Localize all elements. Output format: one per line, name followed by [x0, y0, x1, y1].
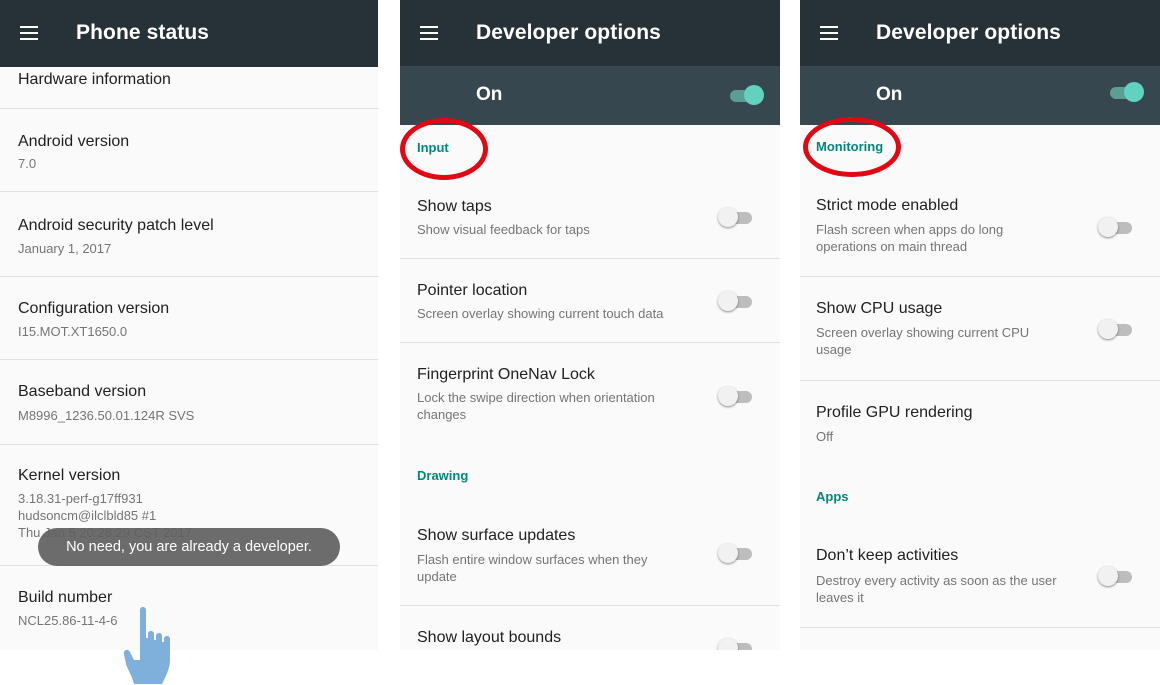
toggle-switch[interactable] [718, 205, 756, 229]
item-subtitle-line: hudsoncm@ilclbld85 #1 [18, 508, 157, 523]
item-title: Profile GPU rendering [816, 404, 973, 421]
item-title: Android security patch level [18, 217, 214, 234]
item-title: Fingerprint OneNav Lock [417, 366, 595, 383]
item-title: Kernel version [18, 467, 121, 484]
item-subtitle-line: operations on main thread [816, 239, 968, 254]
item-title: Baseband version [18, 383, 147, 400]
setting-strict-mode-enabled[interactable]: Strict mode enabled Flash screen when ap… [800, 174, 1160, 276]
item-title: Hardware information [18, 71, 171, 88]
toggle-switch[interactable] [718, 384, 756, 408]
toggle-switch[interactable] [718, 636, 756, 650]
item-subtitle: NCL25.86-11-4-6 [18, 613, 118, 628]
toast-message: No need, you are already a developer. [38, 528, 340, 566]
master-switch-toggle[interactable] [726, 83, 764, 107]
menu-icon[interactable] [820, 26, 838, 40]
developer-options-screen-monitoring: Developer options On Monitoring Strict m… [800, 0, 1160, 650]
phone-status-screen: Phone status Hardware information Androi… [0, 0, 378, 650]
page-title: Phone status [76, 21, 210, 44]
page-title: Developer options [876, 21, 1061, 44]
toggle-switch[interactable] [1098, 564, 1136, 588]
setting-profile-gpu-rendering[interactable]: Profile GPU rendering Off [800, 381, 1160, 463]
list-item-android-version[interactable]: Android version 7.0 [0, 109, 378, 191]
toggle-switch[interactable] [718, 289, 756, 313]
highlight-circle [400, 118, 488, 180]
divider [800, 627, 1160, 628]
item-title: Android version [18, 133, 130, 150]
list-item-hardware-information[interactable]: Hardware information [0, 67, 378, 109]
item-title: Show taps [417, 198, 492, 215]
list-item-build-number[interactable]: Build number NCL25.86-11-4-6 [0, 566, 378, 650]
setting-pointer-location[interactable]: Pointer location Screen overlay showing … [400, 259, 780, 342]
toolbar: Developer options [800, 0, 1160, 66]
menu-icon[interactable] [420, 26, 438, 40]
item-subtitle-line: Lock the swipe direction when orientatio… [417, 390, 655, 405]
item-title: Show surface updates [417, 527, 576, 544]
toggle-switch[interactable] [1098, 215, 1136, 239]
master-switch-bar[interactable]: On [400, 66, 780, 125]
item-subtitle: I15.MOT.XT1650.0 [18, 324, 128, 339]
setting-show-surface-updates[interactable]: Show surface updates Flash entire window… [400, 505, 780, 605]
master-switch-label: On [476, 84, 503, 105]
toggle-switch[interactable] [718, 541, 756, 565]
item-subtitle-line: leaves it [816, 590, 864, 605]
item-title: Pointer location [417, 282, 528, 299]
item-subtitle-line: update [417, 569, 457, 584]
item-title: Configuration version [18, 300, 170, 317]
master-switch-toggle[interactable] [1106, 80, 1144, 104]
item-title: Show layout bounds [417, 629, 562, 646]
setting-show-taps[interactable]: Show taps Show visual feedback for taps [400, 175, 780, 258]
toolbar: Developer options [400, 0, 780, 66]
setting-fingerprint-onenav-lock[interactable]: Fingerprint OneNav Lock Lock the swipe d… [400, 343, 780, 443]
item-subtitle: 7.0 [18, 156, 37, 171]
item-subtitle: M8996_1236.50.01.124R SVS [18, 408, 195, 423]
master-switch-label: On [876, 84, 903, 105]
section-header-apps: Apps [816, 489, 849, 504]
item-subtitle-line: 3.18.31-perf-g17ff931 [18, 491, 143, 506]
list-item-baseband-version[interactable]: Baseband version M8996_1236.50.01.124R S… [0, 360, 378, 444]
item-title: Build number [18, 589, 113, 606]
menu-icon[interactable] [20, 26, 38, 40]
setting-dont-keep-activities[interactable]: Don’t keep activities Destroy every acti… [800, 526, 1160, 627]
setting-show-layout-bounds[interactable]: Show layout bounds [400, 606, 780, 650]
item-subtitle-line: Flash entire window surfaces when they [417, 552, 648, 567]
item-subtitle: Off [816, 429, 834, 444]
section-header-drawing: Drawing [417, 468, 469, 483]
item-title: Strict mode enabled [816, 197, 959, 214]
toolbar: Phone status [0, 0, 378, 67]
tap-hand-icon [123, 607, 170, 684]
list-item-security-patch-level[interactable]: Android security patch level January 1, … [0, 192, 378, 276]
item-subtitle: Show visual feedback for taps [417, 222, 590, 237]
item-subtitle-line: Flash screen when apps do long [816, 222, 1004, 237]
page-title: Developer options [476, 21, 661, 44]
item-title: Show CPU usage [816, 300, 943, 317]
item-subtitle: Screen overlay showing current touch dat… [417, 306, 664, 321]
item-subtitle-line: usage [816, 342, 852, 357]
setting-show-cpu-usage[interactable]: Show CPU usage Screen overlay showing cu… [800, 277, 1160, 380]
highlight-circle [803, 117, 901, 177]
item-subtitle-line: changes [417, 407, 467, 422]
item-subtitle: January 1, 2017 [18, 241, 112, 256]
item-subtitle-line: Destroy every activity as soon as the us… [816, 573, 1057, 588]
toggle-switch[interactable] [1098, 317, 1136, 341]
list-item-configuration-version[interactable]: Configuration version I15.MOT.XT1650.0 [0, 277, 378, 359]
developer-options-screen-input: Developer options On Input Show taps Sho… [400, 0, 780, 650]
item-subtitle-line: Screen overlay showing current CPU [816, 325, 1030, 340]
item-title: Don’t keep activities [816, 547, 959, 564]
